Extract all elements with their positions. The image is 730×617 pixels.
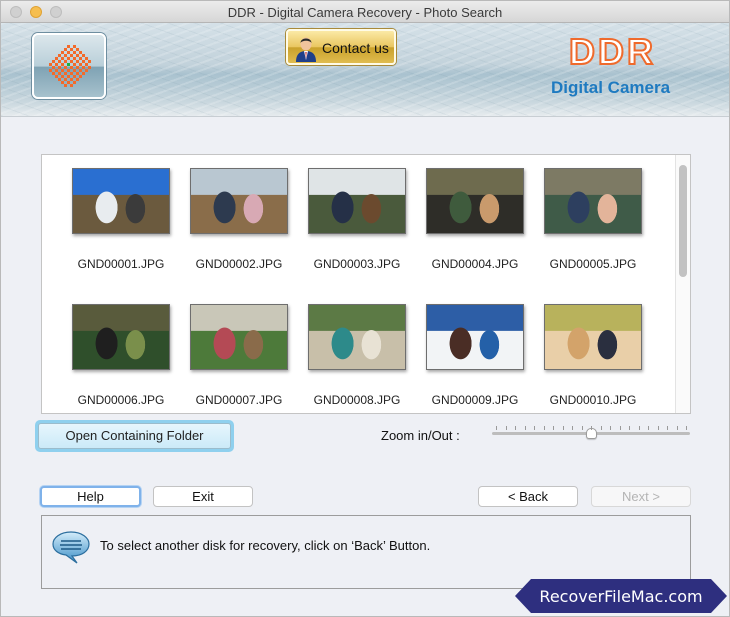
zoom-slider-tick xyxy=(591,426,592,430)
status-message: To select another disk for recovery, cli… xyxy=(100,538,431,553)
app-window: DDR - Digital Camera Recovery - Photo Se… xyxy=(0,0,730,617)
header-banner: Contact us DDR Digital Camera xyxy=(1,23,729,117)
next-button[interactable]: Next > xyxy=(591,486,691,507)
photo-grid: GND00001.JPG GND00002.JPG GND00003.JPG GND0… xyxy=(41,154,691,414)
contact-us-label: Contact us xyxy=(322,40,389,56)
zoom-slider-tick xyxy=(562,426,564,430)
open-containing-folder-label: Open Containing Folder xyxy=(38,423,231,449)
photo-filename: GND00004.JPG xyxy=(431,257,519,271)
photo-thumbnail[interactable] xyxy=(308,168,406,234)
photo-filename: GND00003.JPG xyxy=(313,257,401,271)
brand-subtitle: Digital Camera xyxy=(551,78,671,97)
message-panel: To select another disk for recovery, cli… xyxy=(41,515,691,589)
photo-thumbnail[interactable] xyxy=(190,304,288,370)
back-button[interactable]: < Back xyxy=(478,486,578,507)
photo-filename: GND00008.JPG xyxy=(313,393,401,407)
zoom-slider-tick xyxy=(610,426,611,430)
zoom-slider-tick xyxy=(515,426,516,430)
photo-filename: GND00001.JPG xyxy=(77,257,165,271)
photo-filename: GND00005.JPG xyxy=(549,257,637,271)
zoom-label: Zoom in/Out : xyxy=(381,428,460,443)
open-containing-folder-button[interactable]: Open Containing Folder xyxy=(35,420,234,452)
checker-logo-icon xyxy=(49,45,91,87)
app-logo xyxy=(32,33,106,99)
photo-filename: GND00007.JPG xyxy=(195,393,283,407)
zoom-slider-tick xyxy=(496,426,497,430)
scrollbar-thumb[interactable] xyxy=(679,165,687,277)
business-person-icon xyxy=(294,34,318,62)
photo-filename: GND00006.JPG xyxy=(77,393,165,407)
zoom-slider-tick xyxy=(572,426,573,430)
zoom-slider-tick xyxy=(667,426,668,430)
photo-grid-scrollbar[interactable] xyxy=(675,155,690,413)
zoom-slider[interactable] xyxy=(492,425,690,443)
zoom-slider-tick xyxy=(619,426,621,430)
zoom-slider-tick xyxy=(553,426,554,430)
photo-thumbnail[interactable] xyxy=(544,168,642,234)
photo-thumbnail[interactable] xyxy=(72,304,170,370)
zoom-slider-tick xyxy=(534,426,535,430)
photo-thumbnail[interactable] xyxy=(544,304,642,370)
title-bar: DDR - Digital Camera Recovery - Photo Se… xyxy=(1,1,729,23)
zoom-slider-tick xyxy=(543,426,545,430)
photo-filename: GND00009.JPG xyxy=(431,393,519,407)
photo-filename: GND00010.JPG xyxy=(549,393,637,407)
zoom-slider-tick xyxy=(600,426,602,430)
zoom-slider-tick xyxy=(524,426,526,430)
recoverfilemac-link[interactable]: RecoverFileMac.com xyxy=(515,579,727,613)
zoom-slider-tick xyxy=(686,426,687,430)
zoom-slider-tick xyxy=(505,426,507,430)
window-title: DDR - Digital Camera Recovery - Photo Se… xyxy=(227,5,503,20)
zoom-slider-tick xyxy=(629,426,630,430)
photo-thumbnail[interactable] xyxy=(308,304,406,370)
watermark-text: RecoverFileMac.com xyxy=(539,587,703,606)
help-button[interactable]: Help xyxy=(40,486,141,507)
exit-button[interactable]: Exit xyxy=(153,486,253,507)
zoom-slider-tick xyxy=(648,426,649,430)
zoom-slider-tick xyxy=(581,426,583,430)
zoom-slider-tick xyxy=(657,426,659,430)
photo-thumbnail[interactable] xyxy=(426,304,524,370)
zoom-slider-tick xyxy=(676,426,678,430)
zoom-slider-tick xyxy=(638,426,640,430)
contact-us-button[interactable]: Contact us xyxy=(286,29,396,65)
brand-name: DDR xyxy=(568,30,656,73)
speech-bubble-icon xyxy=(51,530,91,564)
photo-thumbnail[interactable] xyxy=(190,168,288,234)
photo-thumbnail[interactable] xyxy=(426,168,524,234)
photo-thumbnail[interactable] xyxy=(72,168,170,234)
photo-filename: GND00002.JPG xyxy=(195,257,283,271)
